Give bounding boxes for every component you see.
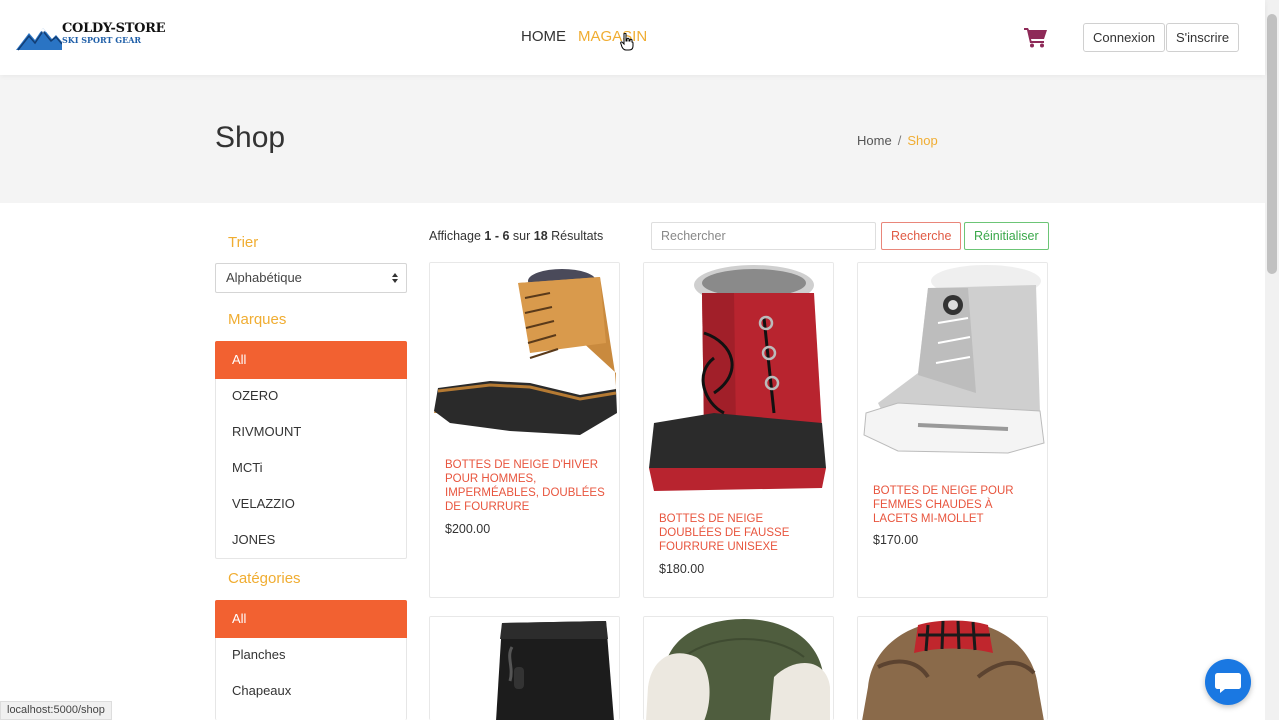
product-price: $170.00 bbox=[873, 533, 919, 547]
select-arrows-icon bbox=[392, 273, 398, 283]
page-header: Shop Home / Shop bbox=[0, 75, 1265, 203]
brand-item-rivmount[interactable]: RIVMOUNT bbox=[216, 414, 406, 450]
search-button[interactable]: Recherche bbox=[881, 222, 962, 250]
breadcrumb-current: Shop bbox=[907, 133, 938, 148]
brand-item-all[interactable]: All bbox=[215, 341, 407, 379]
brands-list: All OZERO RIVMOUNT MCTi VELAZZIO JONES bbox=[215, 341, 407, 559]
navbar: COLDY-STORE SKI SPORT GEAR HOME MAGASIN … bbox=[0, 0, 1265, 75]
nav-link-magasin[interactable]: MAGASIN bbox=[578, 28, 647, 45]
categories-title: Catégories bbox=[228, 570, 301, 587]
results-count: Affichage 1 - 6 sur 18 Résultats bbox=[429, 229, 603, 243]
brand-item-velazzio[interactable]: VELAZZIO bbox=[216, 486, 406, 522]
product-image bbox=[644, 617, 833, 720]
product-image bbox=[858, 263, 1047, 468]
brand-item-jones[interactable]: JONES bbox=[216, 522, 406, 558]
brand-item-mcti[interactable]: MCTi bbox=[216, 450, 406, 486]
breadcrumb: Home / Shop bbox=[857, 133, 938, 148]
product-name[interactable]: BOTTES DE NEIGE DOUBLÉES DE FAUSSE FOURR… bbox=[659, 512, 821, 554]
sort-title: Trier bbox=[228, 234, 259, 251]
store-logo[interactable]: COLDY-STORE SKI SPORT GEAR bbox=[16, 20, 166, 52]
sort-selected-value: Alphabétique bbox=[226, 270, 302, 285]
shopping-cart-icon[interactable] bbox=[1024, 26, 1048, 48]
product-price: $200.00 bbox=[445, 522, 491, 536]
product-price: $180.00 bbox=[659, 562, 705, 576]
mountain-logo-icon bbox=[16, 28, 62, 51]
breadcrumb-separator: / bbox=[897, 133, 902, 148]
login-button[interactable]: Connexion bbox=[1083, 23, 1166, 52]
product-card[interactable] bbox=[643, 616, 834, 720]
logo-subtitle: SKI SPORT GEAR bbox=[62, 35, 142, 45]
results-total: 18 bbox=[533, 229, 548, 243]
category-item-all[interactable]: All bbox=[215, 600, 407, 638]
browser-status-bar: localhost:5000/shop bbox=[0, 701, 112, 720]
nav-link-home[interactable]: HOME bbox=[521, 28, 566, 45]
product-image bbox=[644, 263, 833, 498]
product-name[interactable]: BOTTES DE NEIGE POUR FEMMES CHAUDES À LA… bbox=[873, 484, 1035, 526]
product-card[interactable] bbox=[429, 616, 620, 720]
product-card[interactable]: BOTTES DE NEIGE D'HIVER POUR HOMMES, IMP… bbox=[429, 262, 620, 598]
product-card[interactable]: BOTTES DE NEIGE DOUBLÉES DE FAUSSE FOURR… bbox=[643, 262, 834, 598]
brand-item-ozero[interactable]: OZERO bbox=[216, 378, 406, 414]
logo-title: COLDY-STORE bbox=[62, 21, 166, 36]
category-item-planches[interactable]: Planches bbox=[216, 637, 406, 673]
signup-button[interactable]: S'inscrire bbox=[1166, 23, 1240, 52]
sort-select[interactable]: Alphabétique bbox=[215, 263, 407, 293]
results-prefix: Affichage bbox=[429, 229, 481, 243]
page-scrollbar[interactable] bbox=[1265, 0, 1279, 720]
product-image bbox=[430, 263, 619, 443]
chat-widget-button[interactable] bbox=[1205, 659, 1251, 705]
scrollbar-thumb[interactable] bbox=[1267, 14, 1277, 274]
results-suffix: Résultats bbox=[551, 229, 604, 243]
product-image bbox=[858, 617, 1047, 720]
breadcrumb-home-link[interactable]: Home bbox=[857, 133, 892, 148]
results-mid: sur bbox=[512, 229, 531, 243]
product-card[interactable] bbox=[857, 616, 1048, 720]
results-range: 1 - 6 bbox=[484, 229, 510, 243]
reset-button[interactable]: Réinitialiser bbox=[964, 222, 1049, 250]
categories-list: All Planches Chapeaux bbox=[215, 600, 407, 720]
product-image bbox=[430, 617, 619, 720]
hand-cursor-icon bbox=[620, 33, 634, 51]
product-name[interactable]: BOTTES DE NEIGE D'HIVER POUR HOMMES, IMP… bbox=[445, 458, 607, 514]
product-card[interactable]: BOTTES DE NEIGE POUR FEMMES CHAUDES À LA… bbox=[857, 262, 1048, 598]
page-title: Shop bbox=[215, 121, 286, 154]
search-input[interactable] bbox=[651, 222, 876, 250]
brands-title: Marques bbox=[228, 311, 287, 328]
chat-bubble-icon bbox=[1215, 673, 1241, 693]
category-item-chapeaux[interactable]: Chapeaux bbox=[216, 673, 406, 709]
